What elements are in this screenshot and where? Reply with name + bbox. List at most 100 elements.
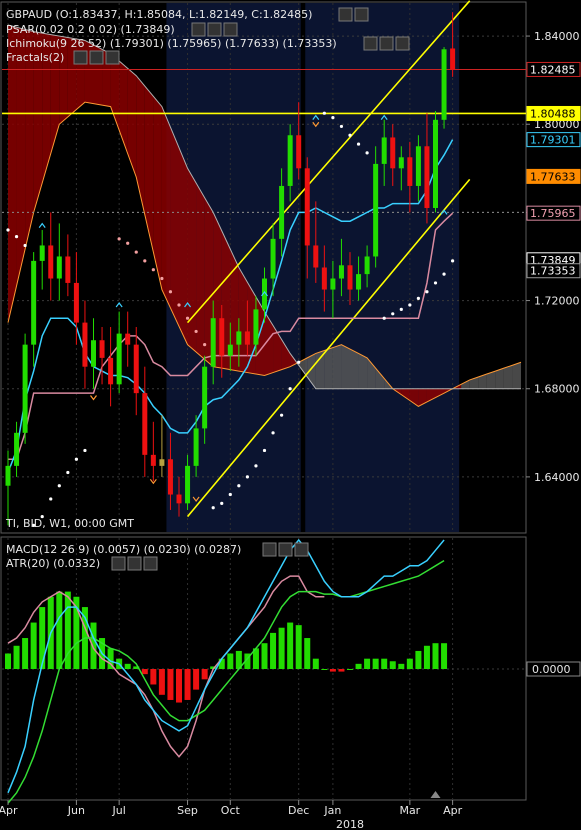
psar-dot bbox=[23, 243, 27, 248]
close-icon[interactable] bbox=[223, 22, 238, 37]
psar-dot bbox=[66, 470, 70, 475]
close-icon[interactable] bbox=[395, 36, 410, 51]
candle-body bbox=[236, 331, 242, 345]
y-tick-label: 1.68000 bbox=[534, 383, 580, 396]
psar-dot bbox=[83, 448, 87, 453]
atr-controls[interactable] bbox=[111, 556, 158, 571]
psar-dot bbox=[399, 307, 403, 311]
gear-icon[interactable] bbox=[379, 36, 394, 51]
settings-icon[interactable] bbox=[73, 50, 88, 65]
psar-dot bbox=[297, 360, 301, 364]
chart-footer: TI, BID, W1, 00:00 GMT bbox=[5, 517, 134, 530]
histogram-bar bbox=[158, 669, 165, 695]
candle-body bbox=[116, 333, 122, 385]
candle-body bbox=[31, 260, 37, 345]
psar-dot bbox=[451, 259, 455, 263]
candle-body bbox=[227, 344, 233, 356]
candle-body bbox=[167, 459, 173, 495]
candle-body bbox=[433, 119, 438, 208]
x-tick-label: Dec bbox=[288, 804, 309, 817]
candle-body bbox=[330, 278, 336, 290]
fractals-controls[interactable] bbox=[73, 50, 120, 65]
ichimoku-controls[interactable] bbox=[363, 36, 410, 51]
gear-icon[interactable] bbox=[278, 542, 293, 557]
legend-symbol: GBPAUD (O:1.83437, H:1.85084, L:1.82149,… bbox=[6, 8, 312, 21]
chart-svg[interactable]: 1.640001.680001.720001.760001.800001.840… bbox=[0, 0, 581, 830]
close-icon[interactable] bbox=[143, 556, 158, 571]
psar-dot bbox=[185, 316, 190, 320]
cloud-segment bbox=[315, 350, 325, 389]
candle-body bbox=[313, 245, 319, 268]
candle-body bbox=[159, 459, 165, 466]
x-tick-label: Apr bbox=[0, 804, 18, 817]
histogram-bar bbox=[167, 669, 174, 700]
candle-body bbox=[73, 282, 79, 323]
psar-dot bbox=[271, 431, 275, 435]
candle-body bbox=[185, 465, 191, 504]
close-icon[interactable] bbox=[105, 50, 120, 65]
candle-body bbox=[424, 146, 430, 208]
cloud-segment bbox=[187, 168, 197, 352]
y-tick-label: 1.84000 bbox=[534, 30, 580, 43]
histogram-bar bbox=[415, 650, 422, 669]
psar-dot bbox=[194, 329, 198, 334]
gear-icon[interactable] bbox=[207, 22, 222, 37]
psar-dot bbox=[416, 296, 420, 300]
cloud-segment bbox=[324, 347, 333, 389]
histogram-bar bbox=[5, 653, 11, 669]
psar-dot bbox=[6, 228, 10, 232]
histogram-bar bbox=[312, 658, 319, 669]
histogram-bar bbox=[124, 663, 131, 669]
x-tick-label: Sep bbox=[177, 804, 198, 817]
histogram-bar bbox=[295, 625, 302, 669]
y-tick-label: 1.64000 bbox=[534, 471, 580, 484]
psar-dot bbox=[442, 272, 446, 276]
psar-dot bbox=[254, 464, 258, 468]
candle-body bbox=[415, 146, 421, 186]
settings-icon[interactable] bbox=[262, 542, 277, 557]
settings-icon[interactable] bbox=[191, 22, 206, 37]
histogram-bar bbox=[150, 669, 157, 685]
gear-icon[interactable] bbox=[354, 7, 369, 22]
candle-body bbox=[193, 428, 199, 466]
x-tick-label: Mar bbox=[399, 804, 420, 817]
psar-dot bbox=[339, 124, 344, 129]
histogram-bar bbox=[261, 643, 268, 669]
legend-macd: MACD(12 26 9) (0.0057) (0.0230) (0.0287) bbox=[6, 543, 241, 556]
candle-body bbox=[5, 465, 11, 486]
histogram-bar bbox=[184, 669, 191, 700]
x-tick-label: Apr bbox=[443, 804, 463, 817]
histogram-bar bbox=[406, 658, 413, 669]
candle-body bbox=[338, 265, 344, 279]
settings-icon[interactable] bbox=[338, 7, 353, 22]
candle-body bbox=[381, 137, 387, 164]
candle-body bbox=[202, 366, 208, 429]
candle-body bbox=[287, 135, 293, 186]
psar-dot bbox=[168, 290, 173, 294]
psar-dot bbox=[203, 343, 207, 347]
price-tag-label: 1.79301 bbox=[530, 134, 576, 147]
psar-dot bbox=[288, 387, 292, 391]
macd-controls[interactable] bbox=[262, 542, 309, 557]
histogram-bar bbox=[13, 645, 20, 669]
psar-controls[interactable] bbox=[191, 22, 238, 37]
cloud-segment bbox=[350, 349, 359, 389]
candle-body bbox=[296, 135, 302, 169]
cloud-segment bbox=[512, 362, 521, 389]
settings-icon[interactable] bbox=[363, 36, 378, 51]
gear-icon[interactable] bbox=[89, 50, 104, 65]
candle-body bbox=[364, 256, 370, 275]
histogram-bar bbox=[372, 658, 379, 669]
psar-dot bbox=[211, 506, 215, 510]
candle-body bbox=[210, 318, 216, 367]
psar-dot bbox=[237, 484, 241, 488]
settings-icon[interactable] bbox=[111, 556, 126, 571]
cloud-segment bbox=[238, 267, 248, 373]
psar-dot bbox=[391, 312, 395, 316]
candle-body bbox=[441, 49, 447, 120]
gear-icon[interactable] bbox=[127, 556, 142, 571]
histogram-bar bbox=[176, 669, 182, 703]
close-icon[interactable] bbox=[294, 542, 309, 557]
psar-dot bbox=[322, 111, 326, 115]
histogram-bar bbox=[381, 658, 388, 669]
